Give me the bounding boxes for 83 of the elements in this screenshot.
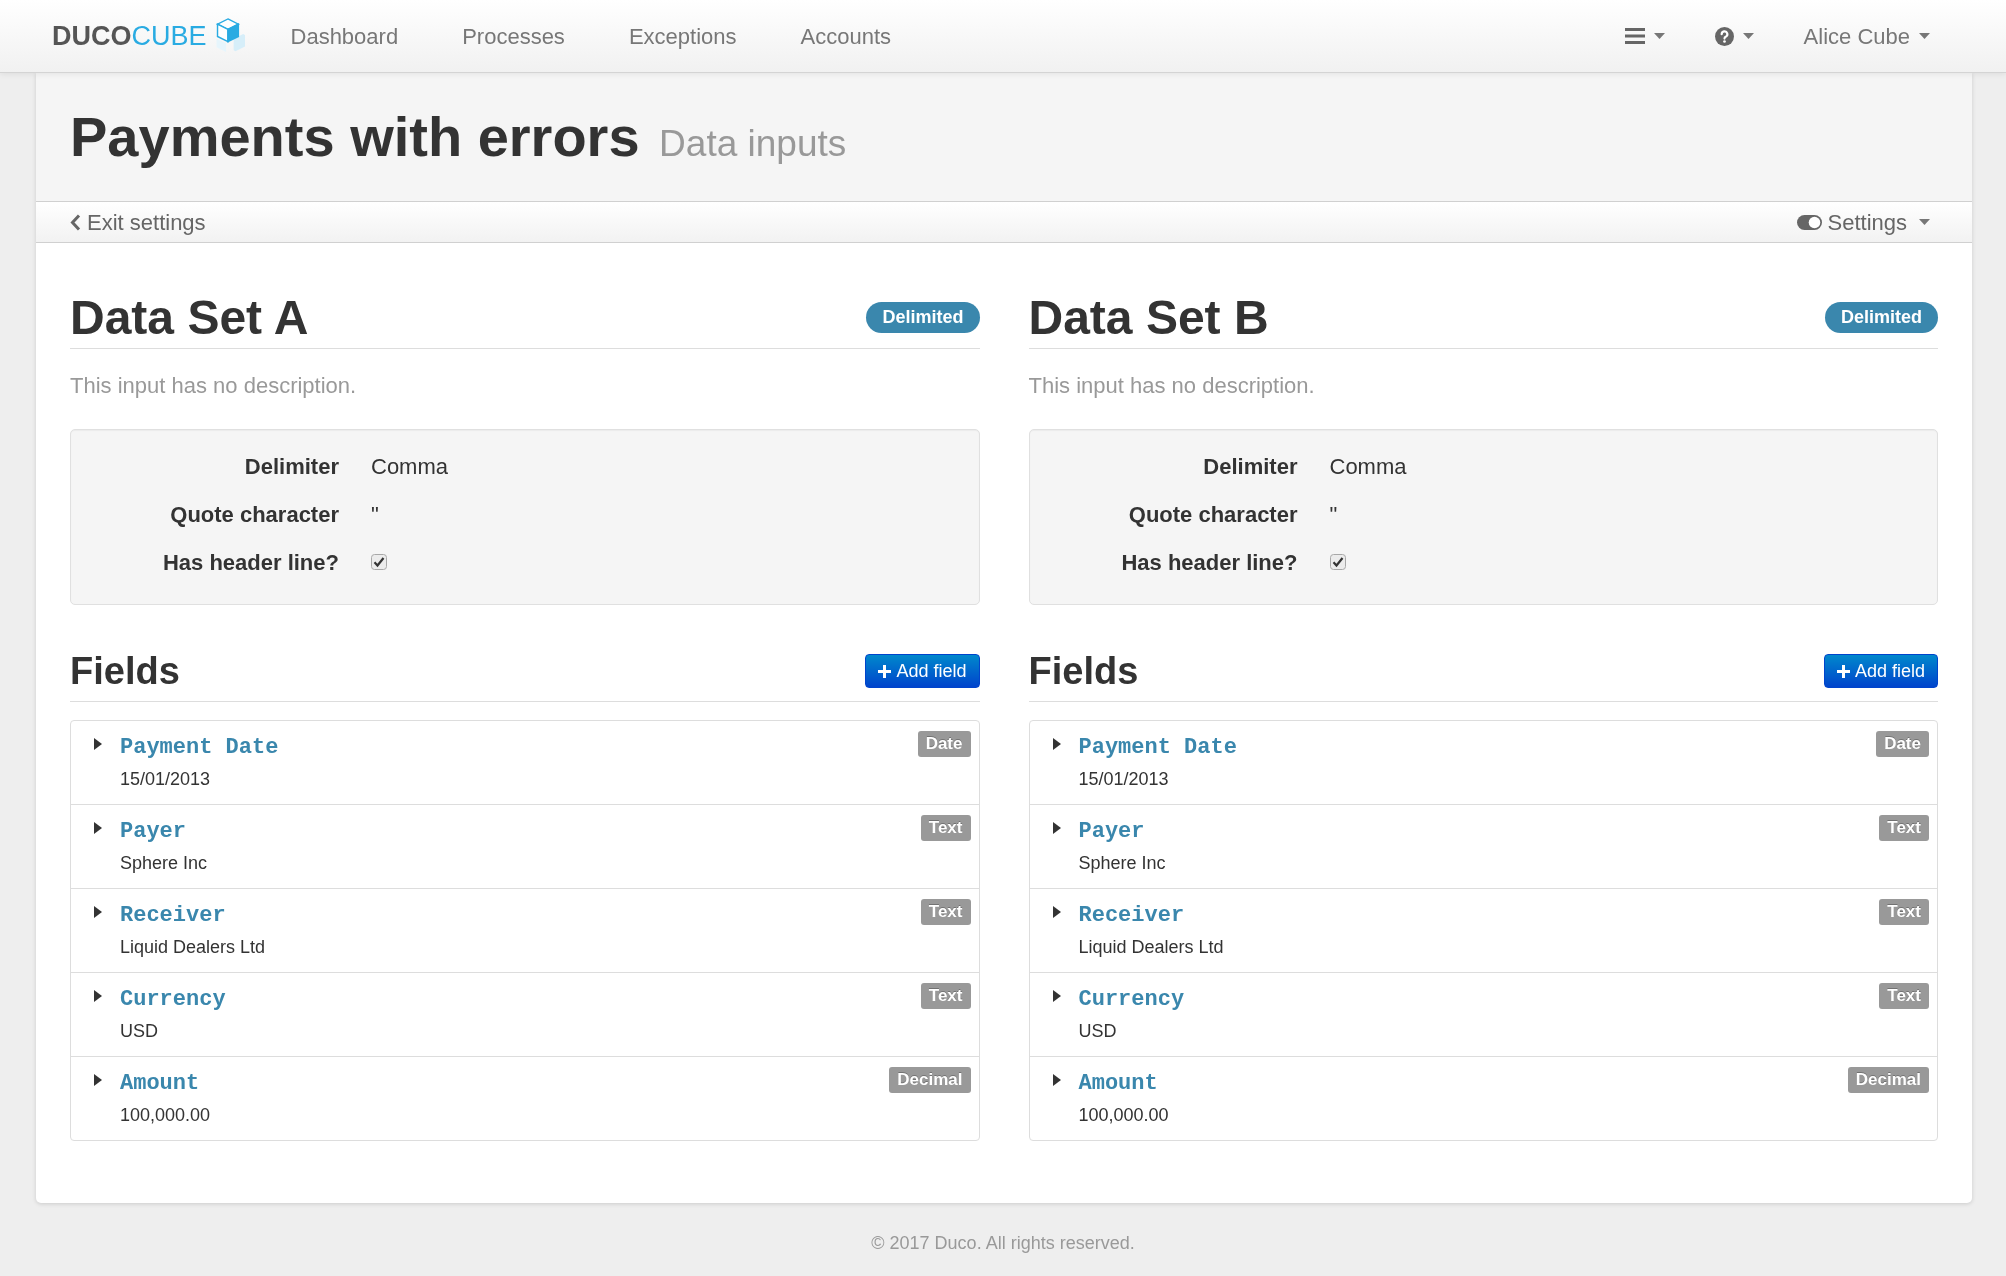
caret-icon[interactable] bbox=[94, 1074, 102, 1086]
field-name[interactable]: Payment Date bbox=[1078, 733, 1237, 763]
description-text: This input has no description. bbox=[1028, 372, 1316, 400]
field-name[interactable]: Currency bbox=[120, 985, 226, 1015]
type-badge: Text bbox=[920, 815, 971, 841]
nav-link[interactable]: Dashboard bbox=[258, 19, 431, 53]
section-title: Fields bbox=[1028, 649, 1139, 693]
field-sample: Liquid Dealers Ltd bbox=[120, 936, 266, 959]
caret-icon[interactable] bbox=[1052, 822, 1061, 834]
field-sample: 100,000.00 bbox=[1078, 1104, 1169, 1127]
property-value: Comma bbox=[371, 452, 448, 481]
type-badge: Text bbox=[920, 899, 971, 925]
logo[interactable]: DUCOCUBE bbox=[52, 18, 245, 54]
field-sample: Sphere Inc bbox=[120, 852, 208, 875]
field-sample: 15/01/2013 bbox=[120, 768, 212, 791]
nav-link[interactable]: Accounts bbox=[768, 19, 923, 53]
toggle-icon bbox=[1796, 214, 1822, 230]
caret-icon[interactable] bbox=[1052, 1074, 1061, 1086]
property-label: Quote character bbox=[1127, 500, 1298, 529]
field-name[interactable]: Currency bbox=[1078, 985, 1185, 1015]
property-label: Quote character bbox=[169, 500, 339, 529]
nav-link[interactable]: Processes bbox=[430, 19, 597, 53]
section-title: Fields bbox=[70, 649, 180, 693]
menu-icon bbox=[1624, 28, 1645, 44]
field-name[interactable]: Amount bbox=[120, 1069, 200, 1099]
page-subtitle: Data inputs bbox=[659, 123, 847, 165]
type-badge: Date bbox=[1876, 731, 1929, 757]
caret-icon bbox=[1742, 33, 1754, 39]
field-sample: USD bbox=[1078, 1020, 1118, 1043]
caret-icon bbox=[1653, 33, 1665, 39]
caret-icon[interactable] bbox=[94, 822, 102, 834]
page-title: Payments with errors bbox=[70, 105, 640, 169]
exit-settings-link[interactable]: Exit settings bbox=[70, 205, 206, 239]
format-badge: Delimited bbox=[1824, 302, 1938, 333]
type-badge: Text bbox=[1879, 983, 1929, 1009]
section-title: Data Set A bbox=[70, 290, 309, 345]
nav-link[interactable]: Exceptions bbox=[596, 19, 769, 53]
add-field-button[interactable]: Add field bbox=[865, 654, 980, 688]
type-badge: Decimal bbox=[1847, 1067, 1929, 1093]
type-badge: Text bbox=[920, 983, 971, 1009]
format-badge: Delimited bbox=[866, 302, 980, 333]
plus-icon bbox=[878, 664, 892, 678]
caret-icon[interactable] bbox=[1052, 906, 1061, 918]
caret-icon bbox=[1919, 33, 1930, 39]
plus-icon bbox=[1836, 664, 1850, 678]
field-sample: USD bbox=[120, 1020, 159, 1043]
field-name[interactable]: Receiver bbox=[120, 901, 226, 931]
field-name[interactable]: Receiver bbox=[1078, 901, 1185, 931]
caret-icon[interactable] bbox=[1052, 738, 1061, 750]
property-value: " bbox=[371, 500, 379, 529]
type-badge: Date bbox=[917, 731, 971, 757]
property-label: Has header line? bbox=[1120, 548, 1298, 577]
property-label: Has header line? bbox=[161, 548, 339, 577]
property-value: " bbox=[1329, 500, 1338, 529]
caret-icon[interactable] bbox=[94, 990, 102, 1002]
field-sample: 15/01/2013 bbox=[1078, 768, 1170, 791]
caret-icon bbox=[1919, 219, 1930, 225]
description-text: This input has no description. bbox=[70, 372, 358, 400]
property-label: Delimiter bbox=[243, 452, 339, 481]
checkbox[interactable] bbox=[371, 554, 387, 570]
section-title: Data Set B bbox=[1028, 290, 1269, 345]
property-label: Delimiter bbox=[1202, 452, 1298, 481]
caret-icon[interactable] bbox=[94, 738, 102, 750]
user-menu[interactable]: Alice Cube bbox=[1778, 19, 1955, 53]
caret-icon[interactable] bbox=[1052, 990, 1061, 1002]
field-sample: Sphere Inc bbox=[1078, 852, 1166, 875]
property-value: Comma bbox=[1329, 452, 1407, 481]
type-badge: Text bbox=[1879, 899, 1929, 925]
checkbox[interactable] bbox=[1329, 554, 1346, 570]
chevron-left-icon bbox=[70, 213, 81, 231]
caret-icon[interactable] bbox=[94, 906, 102, 918]
settings-dropdown[interactable]: Settings bbox=[1796, 205, 1930, 239]
field-name[interactable]: Payer bbox=[1078, 817, 1145, 847]
field-sample: Liquid Dealers Ltd bbox=[1078, 936, 1224, 959]
type-badge: Text bbox=[1879, 815, 1929, 841]
type-badge: Decimal bbox=[889, 1067, 971, 1093]
field-name[interactable]: Payer bbox=[120, 817, 186, 847]
copyright-text: © 2017 Duco. All rights reserved. bbox=[870, 1232, 1136, 1255]
add-field-button[interactable]: Add field bbox=[1823, 654, 1938, 688]
field-name[interactable]: Amount bbox=[1078, 1069, 1158, 1099]
field-sample: 100,000.00 bbox=[120, 1104, 211, 1127]
help-icon bbox=[1714, 26, 1734, 46]
field-name[interactable]: Payment Date bbox=[120, 733, 279, 763]
